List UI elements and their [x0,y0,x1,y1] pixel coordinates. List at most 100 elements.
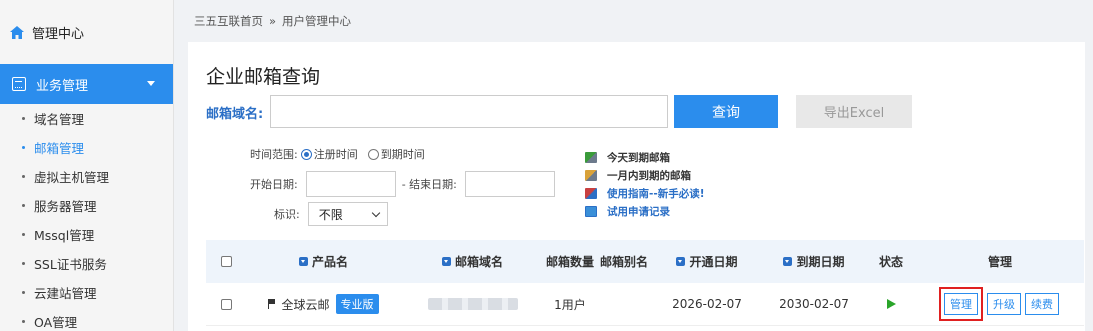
breadcrumb-current: 用户管理中心 [282,14,352,28]
home-icon [10,25,24,39]
tag-label: 标识: [274,208,300,221]
sort-icon [783,257,793,266]
bullet-icon [22,175,25,178]
sidebar-item-label: OA管理 [34,315,78,330]
radio-register-time[interactable] [300,148,312,160]
time-range-row: 时间范围: 注册时间 到期时间 [250,146,425,162]
sidebar-section-business[interactable]: 业务管理 [0,64,173,104]
link-label: 今天到期邮箱 [607,151,670,164]
header-count: 邮箱数量 [545,255,594,269]
sidebar-item-label: 云建站管理 [34,286,97,301]
cell-product: 全球云邮 专业版 [246,283,401,325]
sidebar-item-mssql[interactable]: Mssql管理 [0,220,173,249]
sidebar-item-label: 服务器管理 [34,199,97,214]
sort-icon [441,257,451,266]
product-name: 全球云邮 [281,297,330,312]
row-checkbox-cell [206,283,246,325]
bullet-icon [22,117,25,120]
renew-button[interactable]: 续费 [1025,293,1059,315]
sidebar-item-label: 域名管理 [34,112,85,127]
date-range-row: 开始日期: - 结束日期: [250,171,555,197]
end-date-input[interactable] [464,171,555,197]
edition-badge: 专业版 [335,294,379,314]
sidebar-item-label: Mssql管理 [34,228,95,243]
header-expire-date[interactable]: 到期日期 [762,240,866,283]
start-date-label: 开始日期: [250,178,298,191]
link-trial-records[interactable]: 试用申请记录 [585,202,705,220]
upgrade-button[interactable]: 升级 [987,293,1021,315]
header-checkbox-cell [206,240,246,283]
sidebar-item-label: 邮箱管理 [34,141,85,156]
link-user-guide[interactable]: 使用指南--新手必读! [585,184,705,202]
bullet-icon [22,204,25,207]
link-month-expire[interactable]: 一月内到期的邮箱 [585,166,705,184]
bullet-icon [22,320,25,323]
cell-actions: 管理 升级 续费 [916,283,1084,325]
page-title: 企业邮箱查询 [206,66,321,88]
tag-select-value: 不限 [318,207,343,222]
status-running-icon [886,299,896,309]
chevron-down-icon [371,208,380,218]
bullet-icon [22,146,25,149]
highlight-box: 管理 [939,287,983,321]
quick-links: 今天到期邮箱 一月内到期的邮箱 使用指南--新手必读! 试用申请记录 [585,148,705,220]
manage-button[interactable]: 管理 [944,293,978,315]
sidebar-item-ssl[interactable]: SSL证书服务 [0,249,173,278]
link-label: 使用指南--新手必读! [607,187,705,200]
header-product[interactable]: 产品名 [246,240,401,283]
tag-row: 标识: 不限 [274,202,388,226]
sidebar-item-cloudsite[interactable]: 云建站管理 [0,278,173,307]
cell-expire-date: 2030-02-07 [779,297,849,311]
sidebar-section-label: 业务管理 [36,78,89,94]
table-header: 产品名 邮箱域名 邮箱数量 邮箱别名 开通日期 到期日期 状态 管理 [206,240,1084,283]
link-today-expire[interactable]: 今天到期邮箱 [585,148,705,166]
book-icon [585,187,597,199]
chevron-down-icon [147,81,155,86]
select-all-checkbox[interactable] [220,256,232,267]
start-date-input[interactable] [305,171,396,197]
main-content: 三五互联首页 » 用户管理中心 企业邮箱查询 邮箱域名: 查询 导出Excel … [188,0,1093,331]
domain-label: 邮箱域名: [206,107,264,122]
sort-icon [298,257,308,266]
header-status: 状态 [878,255,903,269]
tag-select[interactable]: 不限 [307,202,388,226]
sort-icon [676,257,686,266]
sidebar-item-email[interactable]: 邮箱管理 [0,133,173,162]
breadcrumb: 三五互联首页 » 用户管理中心 [188,0,1093,42]
cell-status [866,283,916,325]
flag-icon[interactable] [268,299,277,309]
header-domain-label: 邮箱域名 [454,255,503,269]
sidebar-item-vhost[interactable]: 虚拟主机管理 [0,162,173,191]
table-row: 全球云邮 专业版 1用户 2026-02-07 2030-02-07 管理 升级… [206,283,1084,326]
export-excel-button[interactable]: 导出Excel [796,95,912,128]
row-checkbox[interactable] [220,298,232,310]
list-icon [585,205,597,217]
email-table: 产品名 邮箱域名 邮箱数量 邮箱别名 开通日期 到期日期 状态 管理 全球云邮 … [206,240,1084,326]
cell-alias [596,283,652,325]
cell-open-date: 2026-02-07 [672,297,742,311]
bullet-icon [22,291,25,294]
sidebar-item-label: 虚拟主机管理 [34,170,110,185]
query-button[interactable]: 查询 [674,95,778,128]
calendar-icon [12,77,26,91]
radio-expire-label: 到期时间 [380,148,425,161]
header-open-date-label: 开通日期 [689,255,738,269]
link-label: 一月内到期的邮箱 [607,169,691,182]
sidebar: 管理中心 业务管理 域名管理 邮箱管理 虚拟主机管理 服务器管理 Mssql管理… [0,0,174,331]
sidebar-home[interactable]: 管理中心 [0,0,173,64]
radio-expire-time[interactable] [367,148,379,160]
sidebar-item-domain[interactable]: 域名管理 [0,104,173,133]
sidebar-item-label: SSL证书服务 [34,257,107,272]
bullet-icon [22,233,25,236]
breadcrumb-home-link[interactable]: 三五互联首页 [194,13,263,29]
header-manage: 管理 [987,255,1012,269]
bullet-icon [22,262,25,265]
sidebar-item-oa[interactable]: OA管理 [0,307,173,331]
domain-input[interactable] [270,95,668,128]
breadcrumb-separator: » [269,14,277,28]
sidebar-home-label: 管理中心 [32,26,85,42]
sidebar-item-server[interactable]: 服务器管理 [0,191,173,220]
header-domain[interactable]: 邮箱域名 [401,240,544,283]
cell-domain [401,283,544,325]
header-open-date[interactable]: 开通日期 [652,240,762,283]
